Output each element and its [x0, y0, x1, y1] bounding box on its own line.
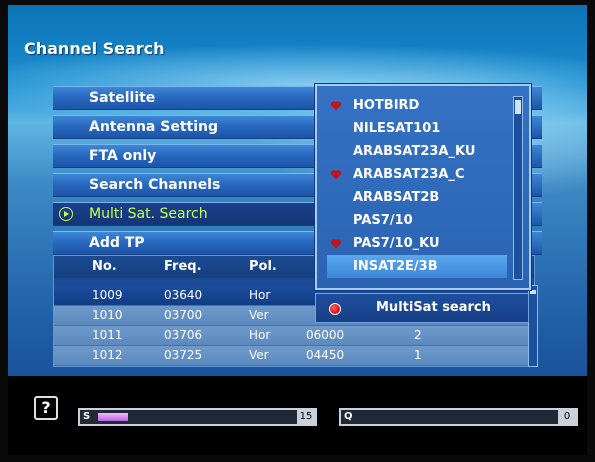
cell-pol: Ver	[249, 348, 269, 362]
scroll-thumb[interactable]	[530, 290, 536, 294]
cell-fec: 1	[414, 348, 422, 362]
cell-no: 1012	[92, 348, 123, 362]
table-row[interactable]: 1012 03725 Ver 04450 1	[54, 346, 534, 366]
satellite-list-item[interactable]: ARABSAT23A_KU	[327, 140, 507, 163]
menu-right-edge	[530, 86, 542, 260]
menu-edge-tab	[530, 173, 542, 197]
satellite-name: INSAT2E/3B	[353, 259, 438, 274]
cell-pol: Hor	[249, 288, 271, 302]
satellite-list-item[interactable]: PAS7/10_KU	[327, 232, 507, 255]
scroll-thumb[interactable]	[515, 100, 521, 114]
cell-no: 1011	[92, 328, 123, 342]
menu-edge-tab	[530, 231, 542, 255]
satellite-list-item[interactable]: HOTBIRD	[327, 94, 507, 117]
cell-freq: 03725	[164, 348, 203, 362]
play-arrow-icon	[59, 207, 73, 221]
satellite-name: ARABSAT2B	[353, 190, 440, 205]
strength-fill	[98, 413, 128, 421]
menu-item-label: Add TP	[89, 235, 145, 251]
multisat-search-button[interactable]: MultiSat search	[315, 293, 529, 323]
quality-value: 0	[558, 410, 576, 424]
satellite-list-item[interactable]: ARABSAT2B	[327, 186, 507, 209]
cell-freq: 03640	[164, 288, 203, 302]
cell-fec: 2	[414, 328, 422, 342]
satellite-list: HOTBIRD NILESAT101 ARABSAT23A_KU ARABSAT23A…	[327, 94, 507, 278]
satellite-list-scrollbar[interactable]	[513, 96, 523, 280]
heart-icon	[330, 170, 342, 180]
cell-pol: Ver	[249, 308, 269, 322]
satellite-list-item[interactable]: ARABSAT23A_C	[327, 163, 507, 186]
cell-symbol-rate: 04450	[306, 348, 345, 362]
menu-edge-tab	[530, 86, 542, 110]
heart-icon	[330, 239, 342, 249]
multisat-search-label: MultiSat search	[376, 300, 491, 315]
satellite-name: PAS7/10_KU	[353, 236, 440, 251]
menu-item-label: Antenna Setting	[89, 119, 218, 135]
menu-edge-tab	[530, 144, 542, 168]
cell-freq: 03706	[164, 328, 203, 342]
col-freq-header: Freq.	[164, 259, 202, 274]
satellite-name: PAS7/10	[353, 213, 413, 228]
satellite-list-item[interactable]: INSAT2E/3B	[327, 255, 507, 278]
satellite-list-item[interactable]: PAS7/10	[327, 209, 507, 232]
strength-value: 15	[297, 410, 315, 424]
menu-item-label: FTA only	[89, 148, 157, 164]
cell-pol: Hor	[249, 328, 271, 342]
satellite-name: ARABSAT23A_C	[353, 167, 465, 182]
strength-key: S	[83, 411, 91, 422]
screen-title: Channel Search	[24, 39, 165, 58]
quality-key: Q	[344, 411, 353, 422]
table-scrollbar[interactable]	[528, 285, 538, 367]
cell-freq: 03700	[164, 308, 203, 322]
help-button[interactable]: ?	[34, 396, 58, 420]
menu-item-label: Satellite	[89, 90, 156, 106]
menu-item-label: Search Channels	[89, 177, 221, 193]
satellite-name: HOTBIRD	[353, 98, 420, 113]
menu-edge-tab	[530, 115, 542, 139]
heart-icon	[330, 101, 342, 111]
cell-no: 1010	[92, 308, 123, 322]
col-pol-header: Pol.	[249, 259, 277, 274]
satellite-list-item[interactable]: NILESAT101	[327, 117, 507, 140]
satellite-name: NILESAT101	[353, 121, 441, 136]
signal-quality-bar: Q 0	[339, 408, 578, 426]
menu-edge-tab	[530, 202, 542, 226]
cell-symbol-rate: 06000	[306, 328, 345, 342]
satellite-name: ARABSAT23A_KU	[353, 144, 476, 159]
signal-strength-bar: S 15	[78, 408, 317, 426]
menu-item-label: Multi Sat. Search	[89, 206, 208, 222]
satellite-list-popup: HOTBIRD NILESAT101 ARABSAT23A_KU ARABSAT23A…	[315, 84, 531, 290]
col-no-header: No.	[92, 259, 117, 274]
table-row[interactable]: 1011 03706 Hor 06000 2	[54, 326, 534, 346]
cell-no: 1009	[92, 288, 123, 302]
red-dot-icon	[329, 303, 341, 315]
